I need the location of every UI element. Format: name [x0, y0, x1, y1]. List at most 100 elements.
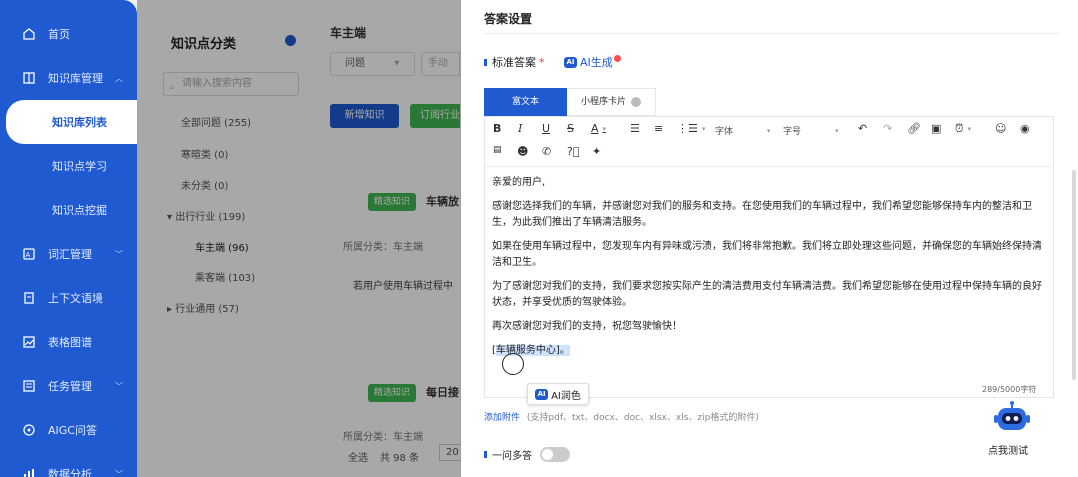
sidebar-item-label: 上下文语境 — [48, 292, 103, 305]
answer-tabs: 富文本 小程序卡片 — [484, 88, 657, 116]
chart-icon — [22, 335, 36, 349]
align-center-icon[interactable]: ≡ — [654, 122, 663, 135]
sidebar-item-label: 数据分析 — [48, 468, 92, 477]
book-icon — [22, 71, 36, 85]
sidebar-item-label: AIGC问答 — [48, 424, 97, 437]
ai-generate-label: AI生成 — [580, 56, 613, 69]
sidebar: 首页 知识库管理 ︿ 知识库列表 知识点学习 知识点挖掘 A 词汇管理 ﹀ 上下… — [0, 0, 137, 477]
attachment-hint: (支持pdf、txt、docx、doc、xlsx、xls、zip格式的附件) — [526, 413, 759, 423]
ai-badge-icon: AI — [564, 56, 577, 68]
sidebar-subitem-label: 知识点挖掘 — [52, 204, 107, 217]
underline-icon[interactable]: U — [542, 122, 550, 135]
sidebar-subitem-label: 知识点学习 — [52, 160, 107, 173]
sidebar-item-label: 任务管理 — [48, 380, 92, 393]
char-counter: 289/5000字符 — [982, 385, 1037, 394]
divider — [484, 33, 1059, 34]
home-icon — [22, 27, 36, 41]
context-icon — [22, 291, 36, 305]
chevron-down-icon: ﹀ — [115, 249, 123, 259]
toggle-dot-icon — [631, 97, 642, 107]
modal-overlay[interactable] — [137, 0, 461, 477]
chevron-down-icon: ▾ — [967, 125, 972, 133]
sidebar-subitem-label: 知识库列表 — [52, 116, 107, 129]
help-icon[interactable]: ?⃝ — [567, 145, 579, 158]
ai-badge-icon: AI — [535, 388, 549, 400]
rich-text-editor[interactable]: B I U S A ▾ ☰ ≡ ⋮☰ ▾ 字体 ▾ 字号 ▾ ↶ ↷ 🔗︎ ▣ ⏰︎ ▾ … — [484, 116, 1054, 398]
sidebar-item-vocab[interactable]: A 词汇管理 ﹀ — [0, 232, 137, 276]
sidebar-item-label: 知识库管理 — [48, 72, 103, 85]
task-icon — [22, 379, 36, 393]
sidebar-subitem-knowledge-mining[interactable]: 知识点挖掘 — [0, 188, 137, 232]
content-paragraph: 如果在使用车辆过程中，您发现车内有异味或污渍，我们将非常抱歉。我们将立即处理这些… — [492, 241, 1042, 268]
tab-rich-text[interactable]: 富文本 — [484, 88, 567, 116]
undo-icon[interactable]: ↶ — [858, 122, 867, 135]
svg-text:A: A — [26, 251, 31, 259]
sidebar-item-knowledge[interactable]: 知识库管理 ︿ — [0, 56, 137, 100]
standard-answer-label: 标准答案 * — [484, 54, 545, 70]
video-icon[interactable]: ▤ — [493, 145, 502, 155]
analytics-icon — [22, 467, 36, 477]
sidebar-item-home[interactable]: 首页 — [0, 12, 137, 56]
content-signature: [车辆服务中心]。 — [492, 343, 1048, 359]
sidebar-item-label: 表格图谱 — [48, 336, 92, 349]
ai-polish-button[interactable]: AI AI润色 — [527, 383, 589, 405]
notification-dot — [613, 54, 621, 62]
face-icon[interactable]: ☻ — [517, 145, 528, 158]
mouse-cursor-ring — [502, 353, 524, 375]
font-size-label: 字号 — [783, 127, 802, 137]
drawer-title: 答案设置 — [484, 12, 533, 26]
font-size-select[interactable]: 字号 ▾ — [783, 124, 839, 138]
robot-icon — [994, 401, 1030, 430]
alarm-icon[interactable]: ⏰︎ ▾ — [955, 122, 971, 136]
font-family-select[interactable]: 字体 ▾ — [715, 124, 771, 138]
emoji-icon[interactable]: ☺ — [995, 122, 1006, 135]
chevron-down-icon: ▾ — [701, 124, 706, 133]
content-paragraph: 亲爱的用户, — [492, 177, 546, 188]
app-root: 首页 知识库管理 ︿ 知识库列表 知识点学习 知识点挖掘 A 词汇管理 ﹀ 上下… — [0, 0, 1078, 477]
label-marker — [484, 58, 487, 66]
sidebar-subitem-knowledge-list[interactable]: 知识库列表 — [6, 100, 137, 144]
sidebar-subitem-knowledge-learning[interactable]: 知识点学习 — [0, 144, 137, 188]
italic-icon[interactable]: I — [518, 122, 522, 135]
link-icon[interactable]: 🔗︎ — [907, 122, 921, 135]
sidebar-item-aigc[interactable]: AIGC问答 — [0, 408, 137, 452]
align-left-icon[interactable]: ☰ — [630, 122, 640, 135]
drawer-scrollbar[interactable] — [1072, 170, 1076, 380]
bold-icon[interactable]: B — [493, 122, 501, 135]
content-paragraph: 为了感谢您对我们的支持，我们要求您按实际产生的清洁费用支付车辆清洁费。我们希望您… — [492, 281, 1042, 308]
redo-icon[interactable]: ↷ — [883, 122, 892, 135]
settings-icon[interactable]: ✦ — [592, 145, 601, 158]
sidebar-item-label: 词汇管理 — [48, 248, 92, 261]
bot-icon[interactable]: ◉ — [1020, 122, 1030, 135]
multi-answer-label: 一问多答 — [492, 451, 532, 462]
sidebar-item-analytics[interactable]: 数据分析 ﹀ — [0, 452, 137, 477]
phone-icon[interactable]: ✆ — [542, 145, 551, 158]
ai-icon — [22, 423, 36, 437]
chevron-down-icon: ﹀ — [115, 469, 123, 477]
ai-generate-button[interactable]: AI AI生成 — [564, 54, 621, 70]
ai-polish-label: AI润色 — [551, 390, 581, 402]
list-icon[interactable]: ⋮☰ ▾ — [677, 122, 705, 135]
chevron-down-icon: ▾ — [835, 126, 839, 135]
test-bot-label[interactable]: 点我测试 — [988, 442, 1028, 457]
tab-label: 小程序卡片 — [581, 97, 627, 107]
sidebar-item-charts[interactable]: 表格图谱 — [0, 320, 137, 364]
multi-answer-row: 一问多答 — [484, 447, 570, 462]
add-attachment-link[interactable]: 添加附件 — [484, 413, 520, 423]
sidebar-item-tasks[interactable]: 任务管理 ﹀ — [0, 364, 137, 408]
editor-content[interactable]: 亲爱的用户, 感谢您选择我们的车辆，并感谢您对我们的服务和支持。在您使用我们的车… — [492, 175, 1048, 367]
chevron-up-icon: ︿ — [115, 73, 123, 83]
chevron-down-icon: ﹀ — [115, 381, 123, 391]
strikethrough-icon[interactable]: S — [567, 122, 574, 135]
chevron-down-icon: ▾ — [602, 124, 607, 133]
chevron-down-icon: ▾ — [767, 126, 771, 135]
font-color-icon[interactable]: A ▾ — [591, 122, 606, 135]
editor-toolbar: B I U S A ▾ ☰ ≡ ⋮☰ ▾ 字体 ▾ 字号 ▾ ↶ ↷ 🔗︎ ▣ ⏰︎ ▾ … — [485, 117, 1053, 167]
sidebar-item-context[interactable]: 上下文语境 — [0, 276, 137, 320]
font-family-label: 字体 — [715, 127, 734, 137]
tab-mini-program-card[interactable]: 小程序卡片 — [567, 88, 657, 116]
image-icon[interactable]: ▣ — [931, 122, 941, 135]
multi-answer-toggle[interactable] — [540, 447, 570, 462]
label-text: 标准答案 — [492, 56, 536, 69]
content-paragraph: 感谢您选择我们的车辆，并感谢您对我们的服务和支持。在您使用我们的车辆过程中，我们… — [492, 201, 1032, 228]
